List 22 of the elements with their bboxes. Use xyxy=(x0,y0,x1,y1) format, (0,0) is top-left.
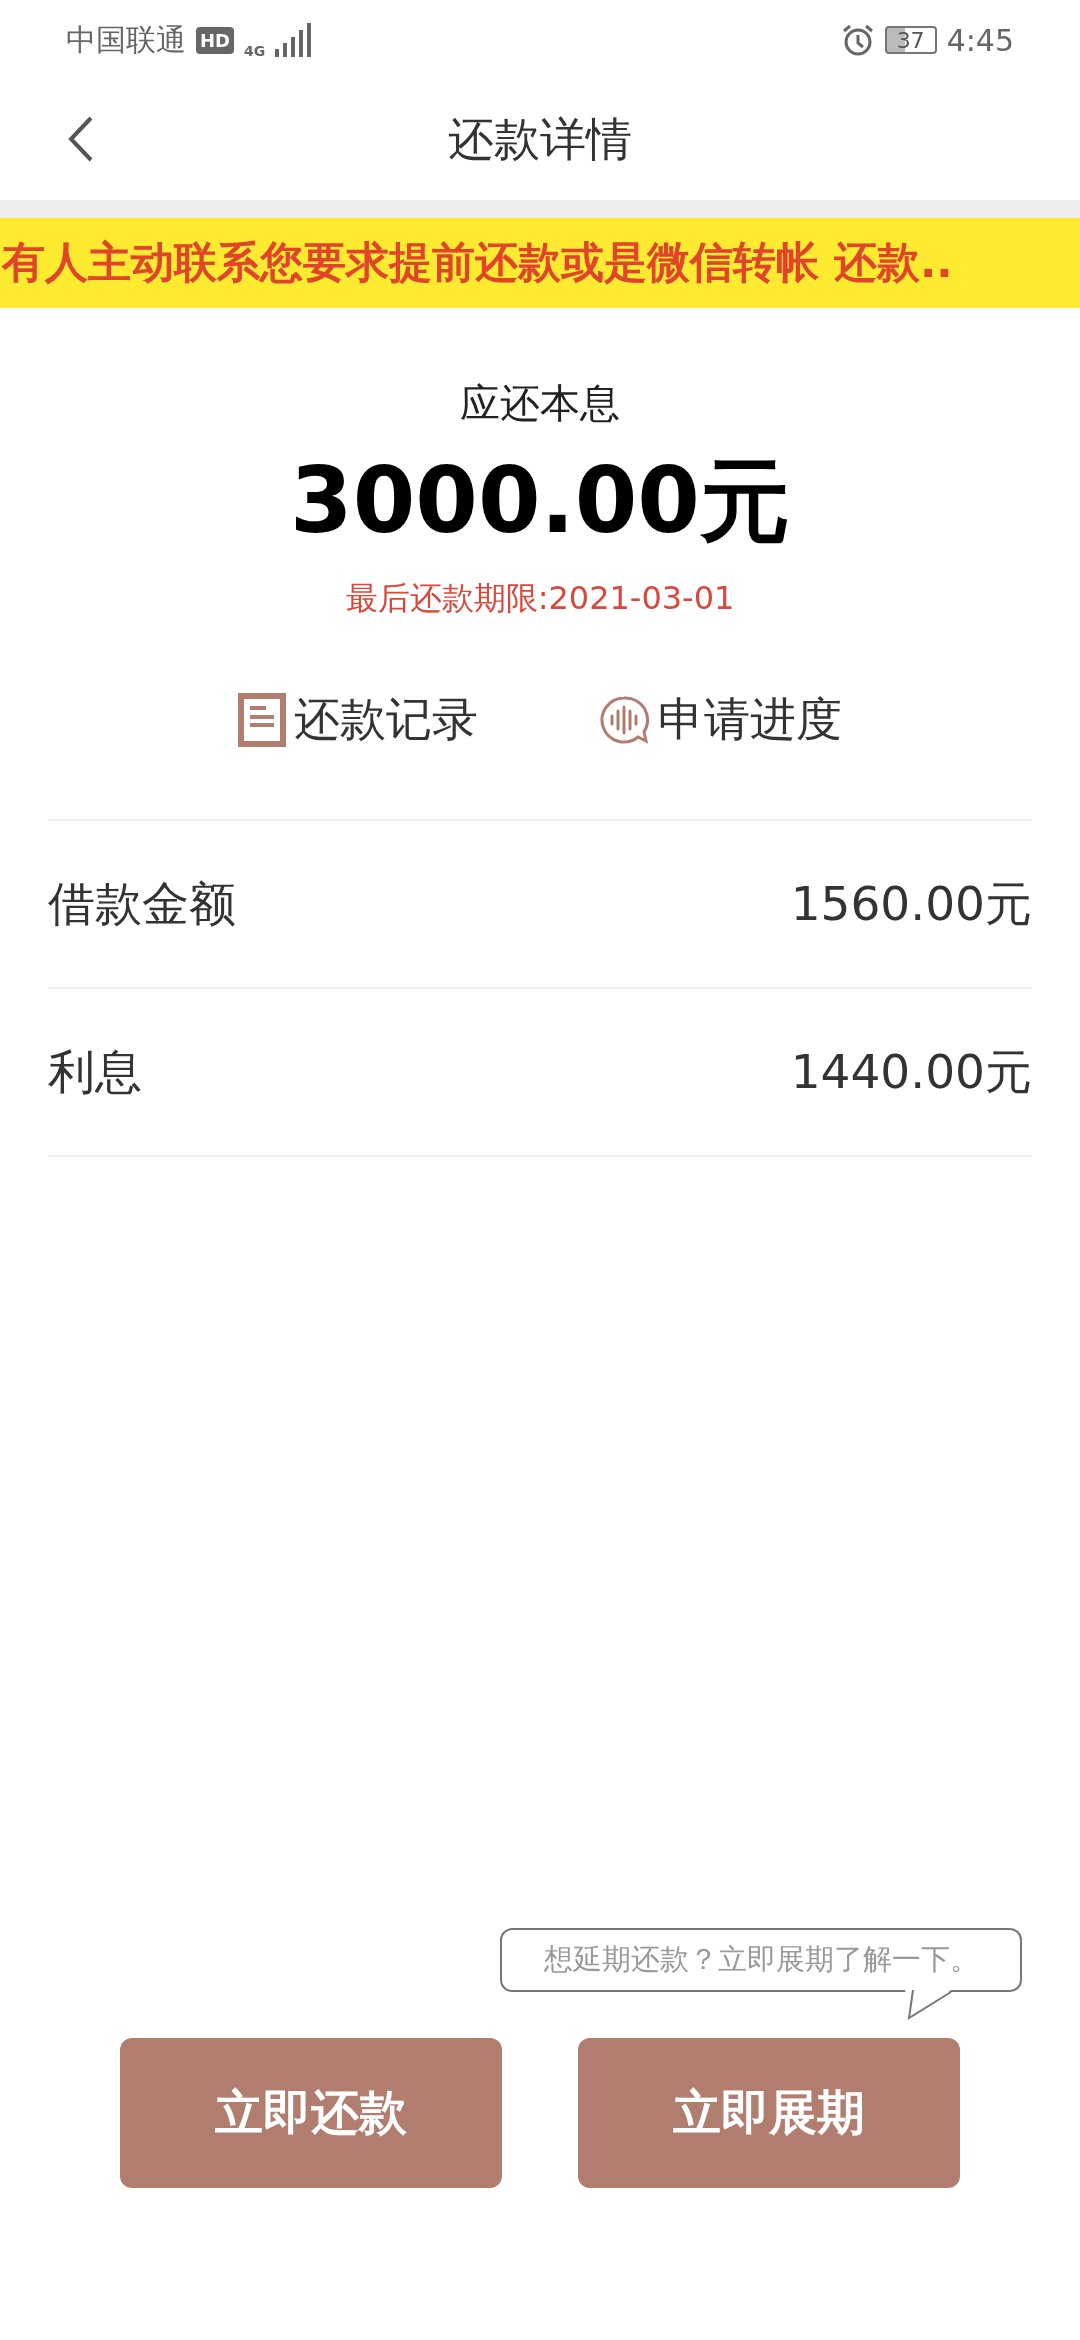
amount-value: 3000.00元 xyxy=(290,447,790,555)
action-button[interactable]: 立即展期 xyxy=(578,2038,960,2188)
action-button[interactable]: 立即还款 xyxy=(120,2038,502,2188)
link-button[interactable]: 申请进度 xyxy=(598,689,842,751)
detail-value: 1440.00元 xyxy=(790,1042,1032,1101)
detail-label: 利息 xyxy=(48,1042,142,1101)
deadline-text: 最后还款期限:2021-03-01 xyxy=(345,578,735,619)
detail-label: 借款金额 xyxy=(48,874,236,933)
amount-label: 应还本息 xyxy=(460,379,620,428)
clock-time: 4:45 xyxy=(946,22,1014,58)
warning-text: 有人主动联系您要求提前还款或是微信转帐 还款.. xyxy=(2,236,953,289)
battery-icon: 37 xyxy=(884,26,937,54)
detail-value: 1560.00元 xyxy=(790,874,1032,933)
link-button[interactable]: 还款记录 xyxy=(238,689,478,751)
carrier-name: 中国联通 xyxy=(66,20,186,59)
page-title: 还款详情 xyxy=(448,111,632,168)
document-icon xyxy=(238,693,286,747)
voice-chat-icon xyxy=(598,694,650,746)
hd-badge: HD xyxy=(196,26,234,54)
alarm-icon xyxy=(840,23,875,57)
network-type: 4G xyxy=(244,43,266,58)
signal-icon xyxy=(275,23,312,57)
